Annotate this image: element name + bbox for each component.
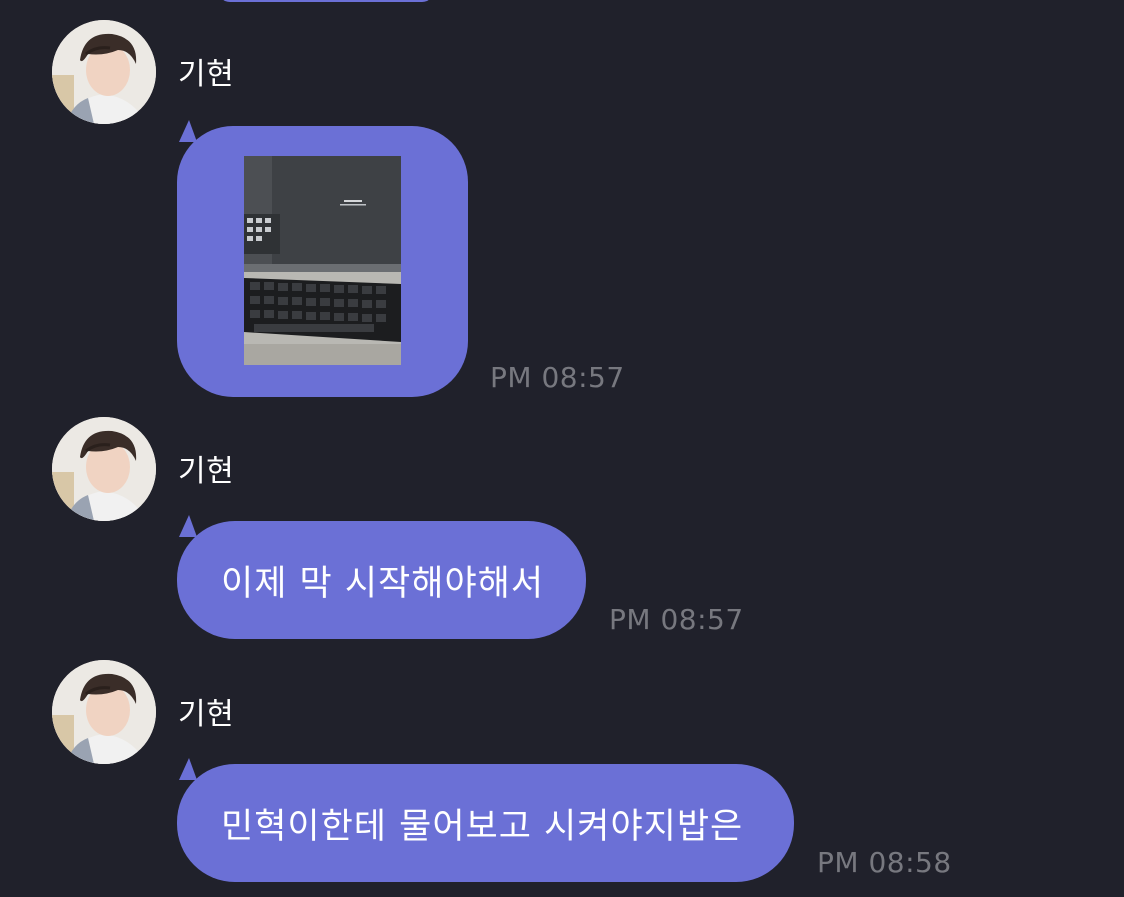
previous-message-bubble-edge [218,0,434,2]
message-timestamp: PM 08:57 [609,603,744,636]
message-timestamp: PM 08:58 [817,846,952,879]
sender-name: 기현 [178,454,235,489]
sender-avatar[interactable] [52,417,156,521]
message-timestamp: PM 08:57 [490,361,625,394]
sender-name: 기현 [178,697,235,732]
text-message-bubble[interactable]: 이제 막 시작해야해서 [177,521,586,639]
sender-avatar[interactable] [52,20,156,124]
image-message-bubble[interactable] [177,126,468,397]
sender-avatar[interactable] [52,660,156,764]
sender-name: 기현 [178,57,235,92]
laptop-photo-icon[interactable] [244,156,401,365]
text-message-bubble[interactable]: 민혁이한테 물어보고 시켜야지밥은 [177,764,794,882]
message-text: 민혁이한테 물어보고 시켜야지밥은 [221,806,744,847]
chat-screen: 기현 PM 08:57 기현 이제 막 시작해야해서 PM 08:57 기현 민… [0,0,1124,897]
message-text: 이제 막 시작해야해서 [221,563,545,604]
